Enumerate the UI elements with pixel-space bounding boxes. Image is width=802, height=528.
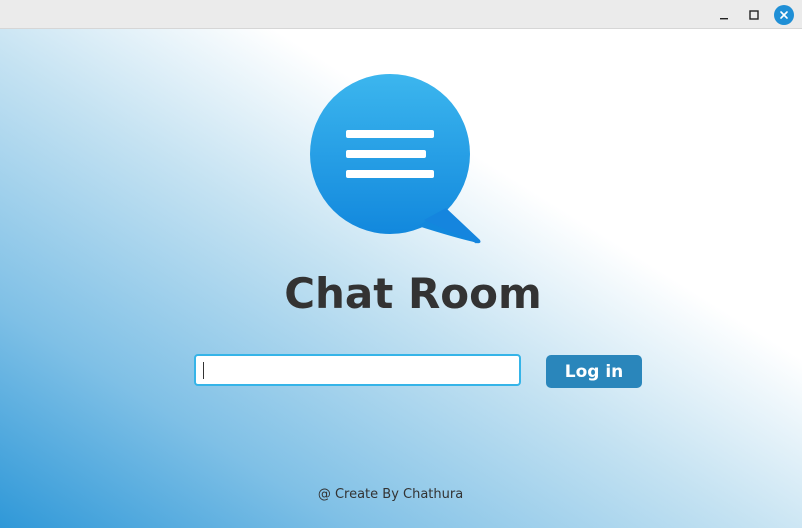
close-icon xyxy=(780,11,788,19)
text-caret xyxy=(203,362,204,379)
maximize-button[interactable] xyxy=(744,5,764,25)
close-button[interactable] xyxy=(774,5,794,25)
chat-bubble-icon xyxy=(310,74,481,244)
minimize-button[interactable] xyxy=(714,5,734,25)
maximize-icon xyxy=(749,10,759,20)
login-button[interactable]: Log in xyxy=(546,355,642,388)
footer-credit: @ Create By Chathura xyxy=(317,487,464,502)
page-title: Chat Room xyxy=(284,269,542,318)
minimize-icon xyxy=(720,18,728,20)
login-panel: Chat Room Log in @ Create By Chathura xyxy=(0,29,802,528)
username-input[interactable] xyxy=(194,354,521,386)
window-titlebar xyxy=(0,0,802,29)
app-window: Chat Room Log in @ Create By Chathura xyxy=(0,0,802,528)
